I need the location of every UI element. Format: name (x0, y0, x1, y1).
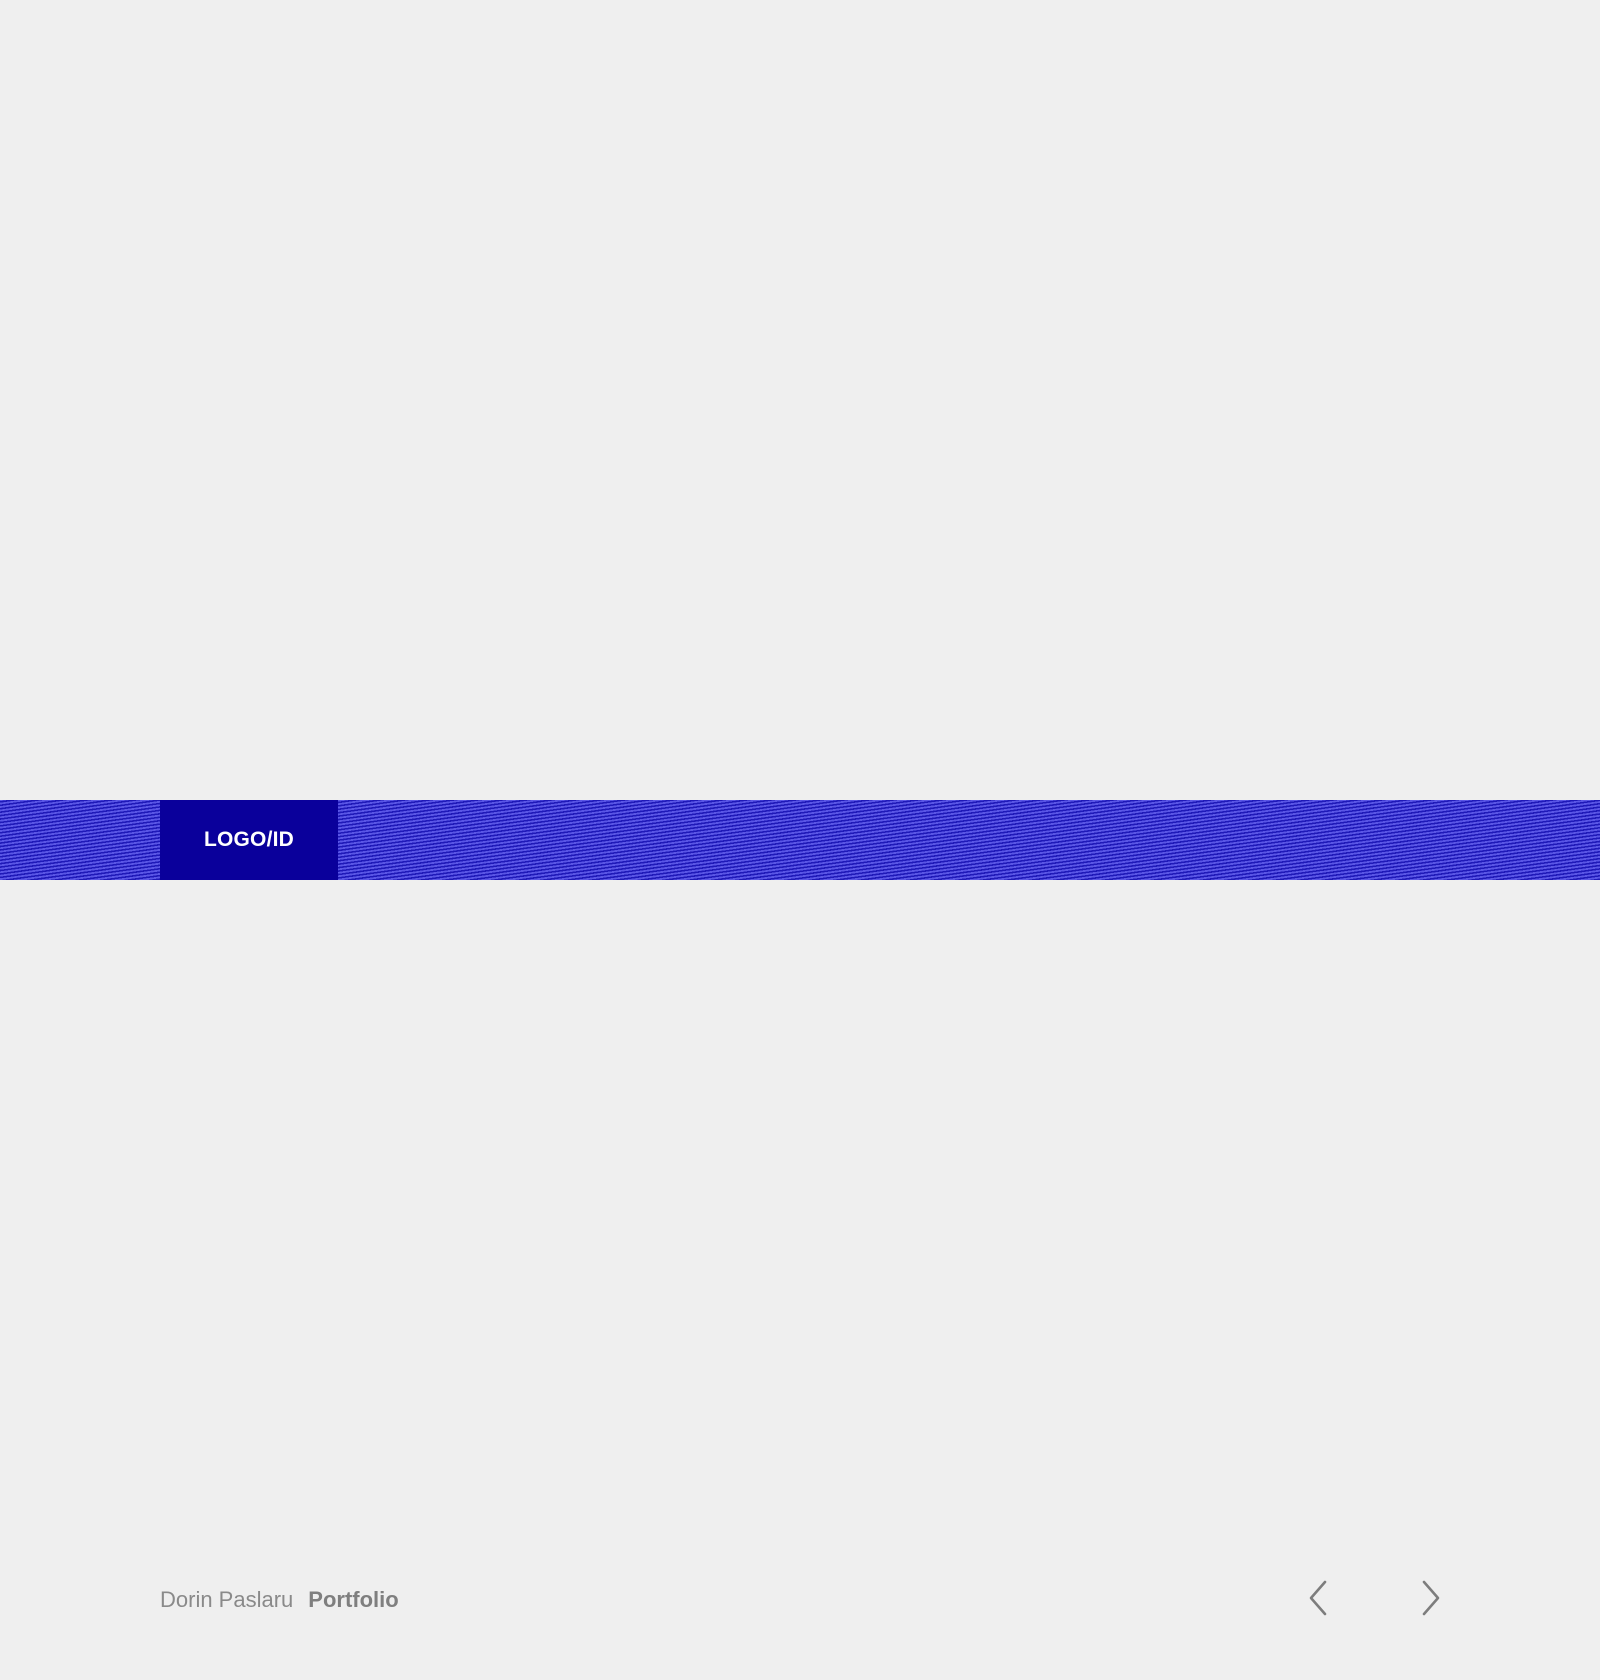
next-button[interactable] (1410, 1578, 1450, 1618)
logo-id-block[interactable]: LOGO/ID (160, 800, 338, 880)
author-name: Dorin Paslaru (160, 1587, 294, 1612)
footer-credits: Dorin Paslaru Portfolio (160, 1582, 399, 1618)
brand-band: LOGO/ID (0, 800, 1600, 880)
logo-label: LOGO/ID (203, 828, 295, 851)
chevron-left-icon (1309, 1580, 1327, 1616)
previous-button[interactable] (1299, 1578, 1339, 1618)
chevron-right-icon (1422, 1580, 1440, 1616)
section-title: Portfolio (308, 1587, 399, 1612)
